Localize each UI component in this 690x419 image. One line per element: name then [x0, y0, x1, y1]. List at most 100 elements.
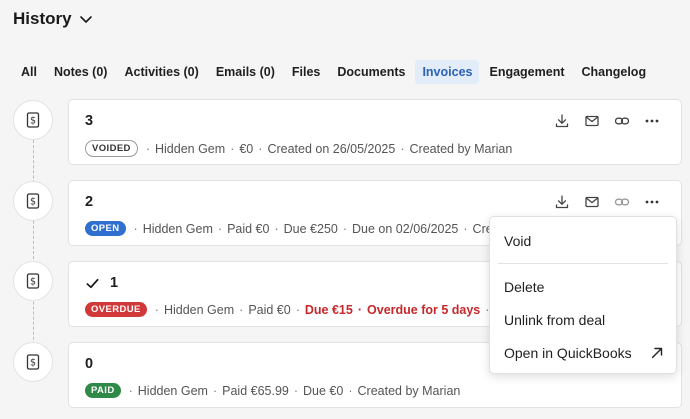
tab-engagement[interactable]: Engagement	[482, 60, 571, 84]
deal-name: Hidden Gem	[142, 221, 213, 236]
due-amount: Due €0	[303, 383, 344, 398]
invoice-node: $	[13, 342, 53, 382]
menu-item-delete[interactable]: Delete	[504, 279, 664, 295]
status-badge: PAID	[85, 383, 121, 398]
invoice-actions	[553, 112, 661, 130]
history-tabs: All Notes (0) Activities (0) Emails (0) …	[13, 60, 656, 84]
menu-item-unlink[interactable]: Unlink from deal	[504, 312, 664, 328]
separator: ·	[230, 141, 235, 156]
more-options-button[interactable]	[643, 112, 661, 130]
separator: ·	[212, 383, 218, 398]
email-button[interactable]	[583, 193, 601, 211]
separator: ·	[357, 302, 363, 317]
separator: ·	[274, 221, 279, 236]
copy-link-button[interactable]	[613, 193, 631, 211]
more-horizontal-icon	[645, 119, 659, 123]
invoice-number-text: 3	[85, 113, 94, 129]
invoice-meta: VOIDED · Hidden Gem · €0 · Created on 26…	[85, 140, 675, 157]
tab-activities[interactable]: Activities (0)	[117, 60, 205, 84]
menu-item-open-quickbooks[interactable]: Open in QuickBooks	[504, 345, 664, 361]
tab-files[interactable]: Files	[285, 60, 328, 84]
separator: ·	[258, 141, 263, 156]
tab-all[interactable]: All	[13, 60, 44, 84]
deal-name: Hidden Gem	[155, 141, 226, 156]
status-badge: OVERDUE	[85, 302, 147, 317]
history-header[interactable]: History	[13, 9, 94, 29]
deal-name: Hidden Gem	[163, 302, 235, 317]
invoice-card: 3 VOIDED · Hidden Gem · €0 · Created on …	[68, 99, 682, 165]
svg-text:$: $	[30, 277, 36, 288]
invoice-number: 2	[85, 194, 93, 210]
invoice-icon: $	[26, 273, 40, 289]
paid-amount: Paid €0	[227, 221, 270, 236]
separator: ·	[348, 383, 353, 398]
tab-documents[interactable]: Documents	[330, 60, 412, 84]
separator: ·	[217, 221, 223, 236]
download-button[interactable]	[553, 112, 571, 130]
separator: ·	[295, 302, 300, 317]
invoice-number: 0	[85, 356, 93, 372]
separator: ·	[293, 383, 299, 398]
paid-amount: Paid €65.99	[222, 383, 289, 398]
separator: ·	[342, 221, 348, 236]
separator: ·	[239, 302, 244, 317]
link-icon	[614, 117, 630, 125]
invoice-context-menu: Void Delete Unlink from deal Open in Qui…	[489, 216, 677, 374]
svg-text:$: $	[30, 197, 36, 208]
menu-item-void[interactable]: Void	[504, 233, 664, 249]
more-options-button[interactable]	[643, 193, 661, 211]
menu-divider	[498, 263, 668, 264]
invoice-icon: $	[26, 193, 40, 209]
overdue-status: Overdue for 5 days	[367, 302, 481, 317]
svg-text:$: $	[30, 116, 36, 127]
invoice-node: $	[13, 181, 53, 221]
checkmark-icon	[86, 278, 99, 288]
menu-item-label: Delete	[504, 279, 545, 295]
separator: ·	[400, 141, 405, 156]
invoice-node: $	[13, 261, 53, 301]
download-icon	[555, 114, 569, 128]
due-amount: Due €250	[283, 221, 338, 236]
copy-link-button[interactable]	[613, 112, 631, 130]
download-button[interactable]	[553, 193, 571, 211]
created-by: Created by Marian	[357, 383, 461, 398]
separator: ·	[154, 302, 159, 317]
invoice-icon: $	[26, 354, 40, 370]
download-icon	[555, 195, 569, 209]
page-title: History	[13, 9, 72, 28]
paid-amount: Paid €0	[248, 302, 291, 317]
status-badge: OPEN	[85, 221, 126, 236]
separator: ·	[463, 221, 468, 236]
chevron-down-icon[interactable]	[78, 11, 94, 27]
due-amount: Due €15	[304, 302, 353, 317]
invoice-number-text: 1	[110, 275, 119, 291]
svg-text:$: $	[30, 358, 36, 369]
invoice-meta: PAID · Hidden Gem · Paid €65.99 · Due €0…	[85, 383, 675, 398]
deal-name: Hidden Gem	[137, 383, 208, 398]
mail-icon	[585, 196, 599, 208]
tab-invoices[interactable]: Invoices	[415, 60, 480, 84]
tab-emails[interactable]: Emails (0)	[209, 60, 282, 84]
separator: ·	[128, 383, 133, 398]
created-date: Created on 26/05/2025	[267, 141, 396, 156]
invoice-actions	[553, 193, 661, 211]
email-button[interactable]	[583, 112, 601, 130]
tab-changelog[interactable]: Changelog	[575, 60, 654, 84]
created-by: Created by Marian	[409, 141, 513, 156]
external-link-icon	[651, 347, 663, 359]
due-date: Due on 02/06/2025	[352, 221, 459, 236]
link-icon	[614, 198, 630, 206]
invoice-number: 3	[85, 113, 93, 129]
tab-notes[interactable]: Notes (0)	[47, 60, 114, 84]
invoice-icon: $	[26, 112, 40, 128]
mail-icon	[585, 115, 599, 127]
separator: ·	[133, 221, 138, 236]
menu-item-label: Open in QuickBooks	[504, 345, 632, 361]
invoice-node: $	[13, 100, 53, 140]
invoice-number: 1	[85, 275, 118, 291]
status-badge: VOIDED	[85, 140, 138, 157]
menu-item-label: Void	[504, 233, 532, 249]
timeline-connector	[33, 135, 34, 365]
invoice-number-text: 0	[85, 356, 94, 372]
more-horizontal-icon	[645, 200, 659, 204]
